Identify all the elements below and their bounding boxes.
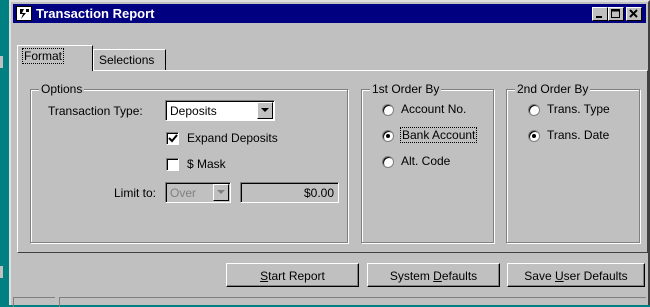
status-bar [13,295,646,307]
limit-mode-select[interactable]: Over [165,182,231,203]
status-cell [13,297,55,307]
limit-mode-value: Over [170,186,197,200]
maximize-button[interactable] [608,7,624,21]
radio-trans-type-label[interactable]: Trans. Type [547,102,610,116]
transaction-report-window: Transaction Report Format Selections Opt… [9,0,650,307]
app-icon[interactable] [16,6,32,21]
minimize-button[interactable] [592,7,608,21]
dropdown-arrow-icon [261,108,269,112]
second-order-legend: 2nd Order By [515,82,591,96]
system-defaults-label-post: efaults [441,269,478,283]
limit-to-label: Limit to: [114,186,157,200]
start-report-label-post: tart Report [268,269,325,283]
radio-bank-account[interactable] [382,130,394,142]
expand-deposits-label[interactable]: Expand Deposits [187,131,278,145]
radio-trans-type[interactable] [528,104,540,116]
transaction-type-select[interactable]: Deposits [165,100,275,121]
checkmark-icon [168,134,178,143]
maximize-icon [611,9,620,18]
tab-selections-label: Selections [99,53,155,67]
radio-dot [532,134,536,138]
radio-alt-code[interactable] [382,156,394,168]
save-user-defaults-accel: U [554,269,564,283]
radio-trans-date-label[interactable]: Trans. Date [547,128,609,142]
expand-deposits-checkbox[interactable] [166,132,179,145]
desktop-notch [0,266,3,278]
radio-alt-code-label[interactable]: Alt. Code [401,154,450,168]
radio-dot [386,134,390,138]
transaction-type-value: Deposits [170,104,217,118]
first-order-legend: 1st Order By [370,82,442,96]
format-tab-panel: Options 1st Order By 2nd Order By [17,70,648,253]
system-defaults-accel: D [433,269,442,283]
mask-label[interactable]: $ Mask [187,157,226,171]
system-defaults-label-pre: System [389,269,434,283]
save-user-defaults-label-post: ser Defaults [563,269,628,283]
save-user-defaults-label-pre: Save [524,269,555,283]
system-defaults-button[interactable]: System Defaults [367,263,500,287]
start-report-accel: S [260,269,269,283]
save-user-defaults-button[interactable]: Save User Defaults [507,263,645,287]
limit-amount-field[interactable]: $0.00 [240,182,339,203]
dropdown-arrow-icon [217,190,225,194]
status-cell [59,297,646,307]
close-icon [629,9,638,18]
radio-trans-date[interactable] [528,130,540,142]
mask-checkbox[interactable] [166,158,179,171]
dropdown-arrow-button[interactable] [257,102,273,119]
tab-selections[interactable]: Selections [93,49,166,71]
minimize-icon [596,16,602,18]
desktop-notch [0,56,3,68]
transaction-type-label: Transaction Type: [48,104,143,118]
start-report-button[interactable]: Start Report [226,263,359,287]
radio-bank-account-label[interactable]: Bank Account [399,127,478,143]
close-button[interactable] [626,7,642,21]
title-bar[interactable]: Transaction Report [13,4,646,23]
radio-account-no[interactable] [382,104,394,116]
tab-format-label: Format [21,48,65,64]
options-legend: Options [39,82,85,96]
tab-format[interactable]: Format [17,45,93,71]
radio-account-no-label[interactable]: Account No. [401,102,466,116]
dropdown-arrow-button[interactable] [213,184,229,201]
window-title: Transaction Report [36,6,155,21]
